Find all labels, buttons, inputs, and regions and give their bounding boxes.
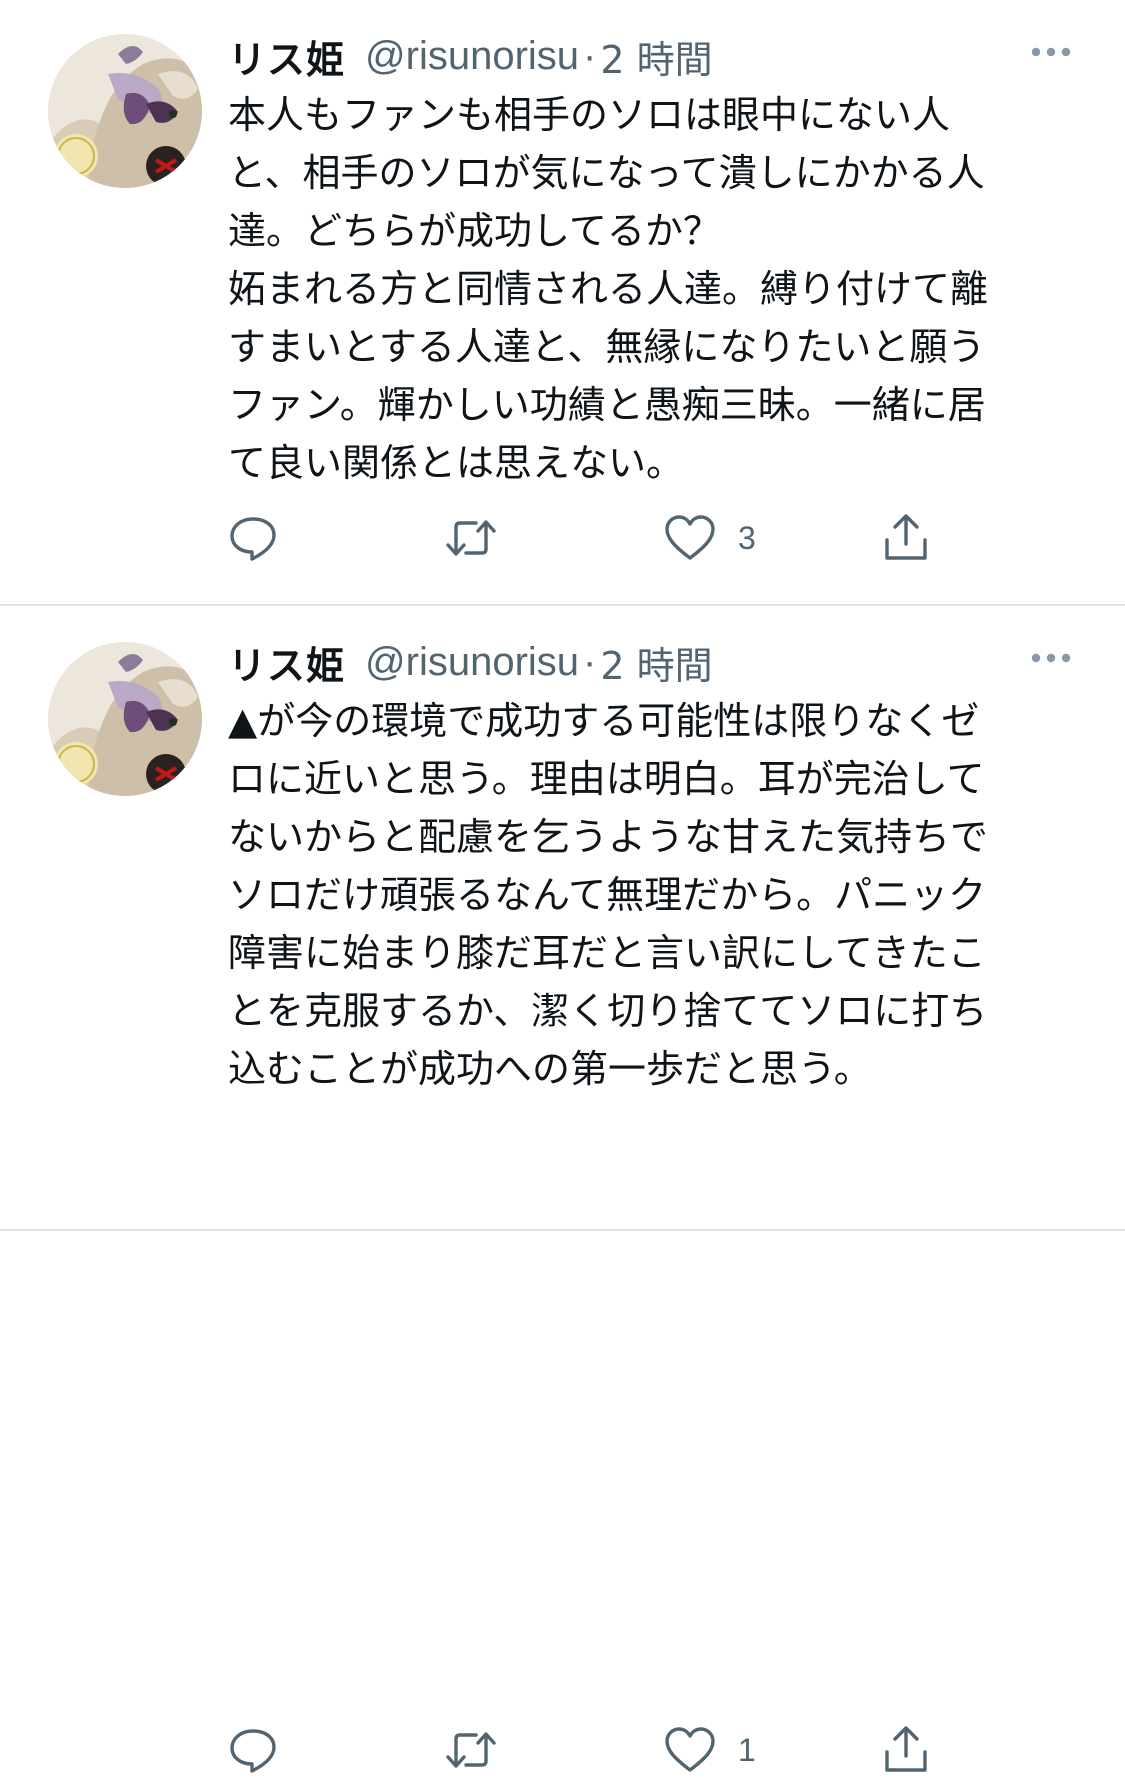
like-icon bbox=[665, 1727, 715, 1772]
more-icon[interactable] bbox=[1030, 44, 1072, 60]
tweet-header: リス姫 @risunorisu · 2 時間 bbox=[228, 28, 713, 84]
share-button[interactable] bbox=[880, 1720, 932, 1780]
avatar-image bbox=[48, 642, 202, 796]
user-handle[interactable]: @risunorisu bbox=[365, 34, 579, 79]
share-button[interactable] bbox=[880, 508, 932, 568]
tweet-header: リス姫 @risunorisu · 2 時間 bbox=[228, 634, 713, 690]
like-icon bbox=[665, 515, 715, 560]
tweet-actions: 3 bbox=[0, 508, 1125, 568]
tweet-text: 本人もファンも相手のソロは眼中にない人 と、相手のソロが気になって潰しにかかる人… bbox=[228, 93, 989, 485]
tweet-text: ▲が今の環境で成功する可能性は限りなくゼ ロに近いと思う。理由は明白。耳が完治し… bbox=[228, 699, 989, 1091]
like-button[interactable]: 1 bbox=[664, 1720, 756, 1780]
avatar[interactable] bbox=[48, 642, 202, 796]
avatar-image bbox=[48, 34, 202, 188]
retweet-icon bbox=[446, 1732, 496, 1768]
retweet-icon bbox=[446, 520, 496, 556]
share-icon bbox=[885, 514, 927, 560]
like-button[interactable]: 3 bbox=[664, 508, 756, 568]
user-handle[interactable]: @risunorisu bbox=[365, 640, 579, 685]
separator-dot: · bbox=[583, 639, 597, 684]
reply-button[interactable] bbox=[228, 1720, 278, 1780]
share-icon bbox=[885, 1726, 927, 1772]
timestamp[interactable]: 2 時間 bbox=[600, 29, 712, 84]
divider bbox=[0, 1229, 1125, 1231]
display-name[interactable]: リス姫 bbox=[228, 29, 345, 84]
tweet[interactable]: リス姫 @risunorisu · 2 時間 本人もファンも相手のソロは眼中にな… bbox=[0, 0, 1125, 604]
reply-button[interactable] bbox=[228, 508, 278, 568]
reply-icon bbox=[230, 517, 276, 561]
avatar[interactable] bbox=[48, 34, 202, 188]
retweet-button[interactable] bbox=[444, 1720, 498, 1780]
tweet-actions: 1 bbox=[0, 1720, 1125, 1780]
like-count: 1 bbox=[738, 1731, 756, 1768]
separator-dot: · bbox=[583, 33, 597, 78]
reply-icon bbox=[230, 1729, 276, 1773]
tweet[interactable]: リス姫 @risunorisu · 2 時間 ▲が今の環境で成功する可能性は限り… bbox=[0, 606, 1125, 1773]
like-count: 3 bbox=[738, 519, 756, 556]
more-icon[interactable] bbox=[1030, 650, 1072, 666]
retweet-button[interactable] bbox=[444, 508, 498, 568]
display-name[interactable]: リス姫 bbox=[228, 635, 345, 690]
timestamp[interactable]: 2 時間 bbox=[600, 635, 712, 690]
